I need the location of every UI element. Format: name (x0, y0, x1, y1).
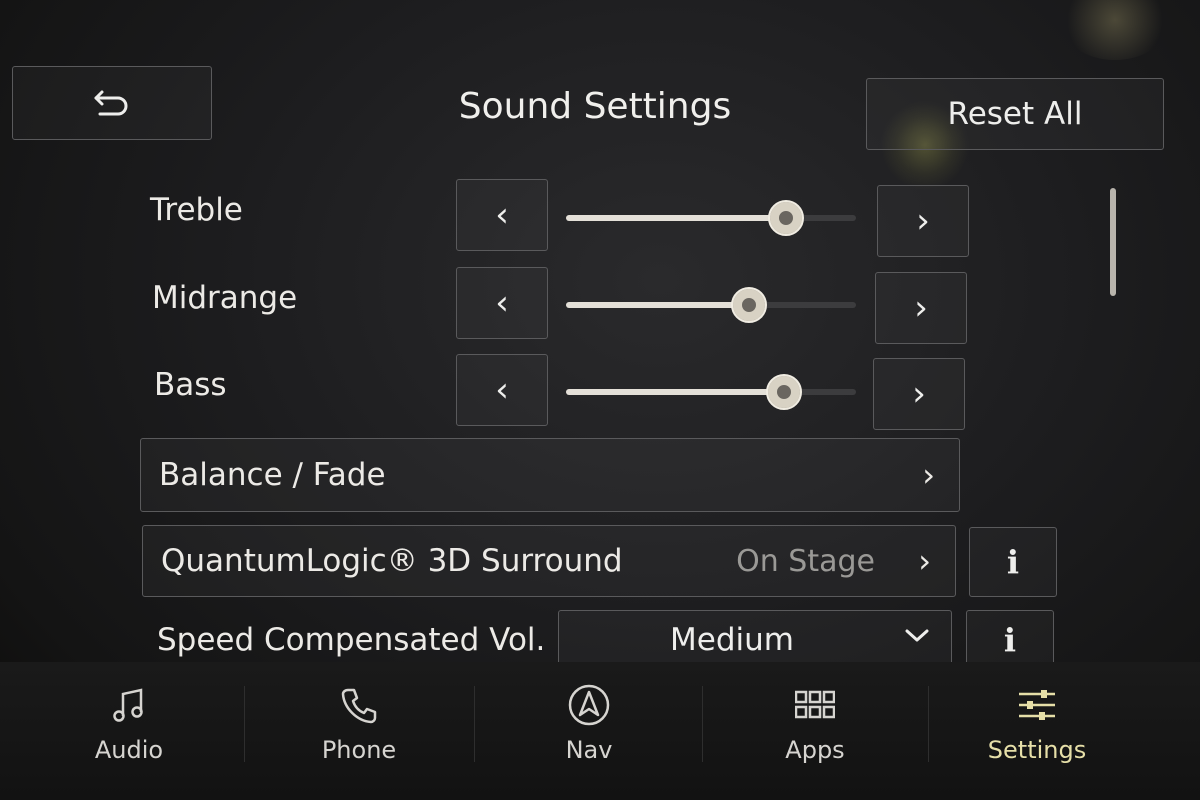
midrange-label: Midrange (152, 280, 298, 316)
treble-label: Treble (150, 192, 243, 228)
back-arrow-icon (94, 90, 128, 116)
phone-icon (341, 688, 377, 724)
nav-label-settings: Settings (987, 736, 1087, 764)
speed-comp-value: Medium (670, 622, 794, 658)
navigation-icon (568, 684, 610, 726)
nav-label-audio: Audio (94, 736, 164, 764)
treble-slider-handle[interactable] (768, 200, 805, 236)
nav-item-phone[interactable]: Phone (244, 662, 474, 782)
page-title: Sound Settings (458, 86, 732, 127)
treble-increase-button[interactable]: › (877, 185, 969, 257)
midrange-decrease-button[interactable]: ‹ (456, 267, 548, 339)
nav-label-apps: Apps (785, 736, 845, 764)
back-button[interactable] (12, 66, 212, 140)
bass-slider-handle[interactable] (765, 374, 802, 410)
nav-item-settings[interactable]: Settings (922, 662, 1152, 782)
speed-comp-info-button[interactable]: i (966, 610, 1054, 670)
surround-row[interactable]: QuantumLogic® 3D Surround On Stage › (142, 525, 956, 597)
apps-grid-icon (795, 690, 835, 719)
chevron-down-icon (905, 629, 929, 642)
speed-comp-dropdown[interactable]: Medium (558, 610, 952, 670)
settings-sliders-icon (1019, 690, 1055, 720)
bass-slider-fill (566, 389, 784, 395)
treble-decrease-button[interactable]: ‹ (456, 179, 548, 251)
chevron-right-icon: › (922, 456, 935, 494)
bass-decrease-button[interactable]: ‹ (456, 354, 548, 426)
bass-slider[interactable] (566, 374, 856, 410)
balance-fade-row[interactable]: Balance / Fade › (140, 438, 960, 512)
scroll-indicator[interactable] (1110, 188, 1116, 296)
nav-item-apps[interactable]: Apps (700, 662, 930, 782)
reset-all-button[interactable]: Reset All (866, 78, 1164, 150)
screen: Sound Settings Reset All Treble ‹ › Midr… (0, 0, 1200, 800)
nav-label-phone: Phone (321, 736, 397, 764)
speed-comp-label: Speed Compensated Vol. (157, 622, 546, 658)
bass-label: Bass (154, 367, 227, 403)
midrange-slider-fill (566, 302, 749, 308)
midrange-increase-button[interactable]: › (875, 272, 967, 344)
bass-increase-button[interactable]: › (873, 358, 965, 430)
screen-glare (1060, 0, 1170, 60)
chevron-right-icon: › (918, 542, 931, 580)
midrange-slider[interactable] (566, 287, 856, 323)
nav-label-nav: Nav (565, 736, 613, 764)
surround-label: QuantumLogic® 3D Surround (161, 543, 623, 579)
treble-slider[interactable] (566, 200, 856, 236)
bottom-nav-bar: Audio Phone Nav Apps Settings (0, 662, 1200, 800)
surround-info-button[interactable]: i (969, 527, 1057, 597)
balance-fade-label: Balance / Fade (159, 457, 386, 493)
nav-item-audio[interactable]: Audio (14, 662, 244, 782)
surround-value: On Stage (736, 543, 875, 579)
midrange-slider-handle[interactable] (730, 287, 767, 323)
music-note-icon (113, 688, 143, 722)
treble-slider-fill (566, 215, 787, 221)
nav-item-nav[interactable]: Nav (474, 662, 704, 782)
